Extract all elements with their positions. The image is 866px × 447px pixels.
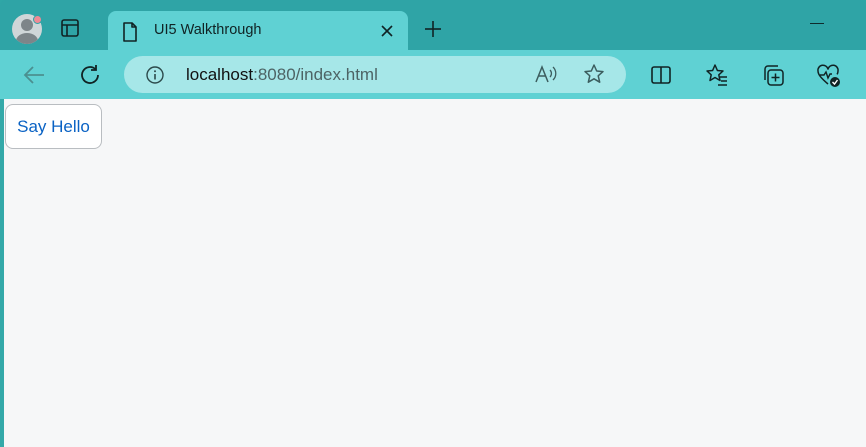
reload-icon[interactable]	[78, 63, 102, 92]
tab-title: UI5 Walkthrough	[154, 22, 262, 38]
collections-icon[interactable]	[761, 63, 785, 92]
browser-essentials-icon[interactable]	[816, 63, 842, 94]
minimize-window-icon[interactable]	[810, 23, 824, 24]
toolbar: localhost:8080/index.html	[0, 50, 866, 99]
tab-actions-icon[interactable]	[60, 18, 88, 44]
star-icon[interactable]	[583, 63, 605, 90]
favorites-icon[interactable]	[705, 63, 729, 92]
url-path: :8080/index.html	[253, 65, 378, 84]
tab-ui5-walkthrough[interactable]: UI5 Walkthrough	[108, 11, 408, 51]
page-icon	[122, 22, 138, 47]
split-screen-icon[interactable]	[650, 64, 672, 91]
back-arrow-icon[interactable]	[22, 64, 46, 91]
read-aloud-icon[interactable]	[534, 64, 558, 89]
browser-window: UI5 Walkthrough localhost:8080/index.htm…	[0, 0, 866, 447]
address-bar[interactable]: localhost:8080/index.html	[124, 56, 626, 93]
tab-strip: UI5 Walkthrough	[0, 0, 866, 51]
page-viewport: Say Hello	[4, 99, 866, 447]
new-tab-icon[interactable]	[423, 19, 443, 44]
info-icon[interactable]	[145, 65, 165, 90]
url-host: localhost	[186, 65, 254, 84]
url-text[interactable]: localhost:8080/index.html	[186, 65, 378, 85]
profile-notification-dot	[33, 15, 42, 24]
close-tab-icon[interactable]	[380, 24, 394, 43]
say-hello-button[interactable]: Say Hello	[5, 104, 102, 149]
